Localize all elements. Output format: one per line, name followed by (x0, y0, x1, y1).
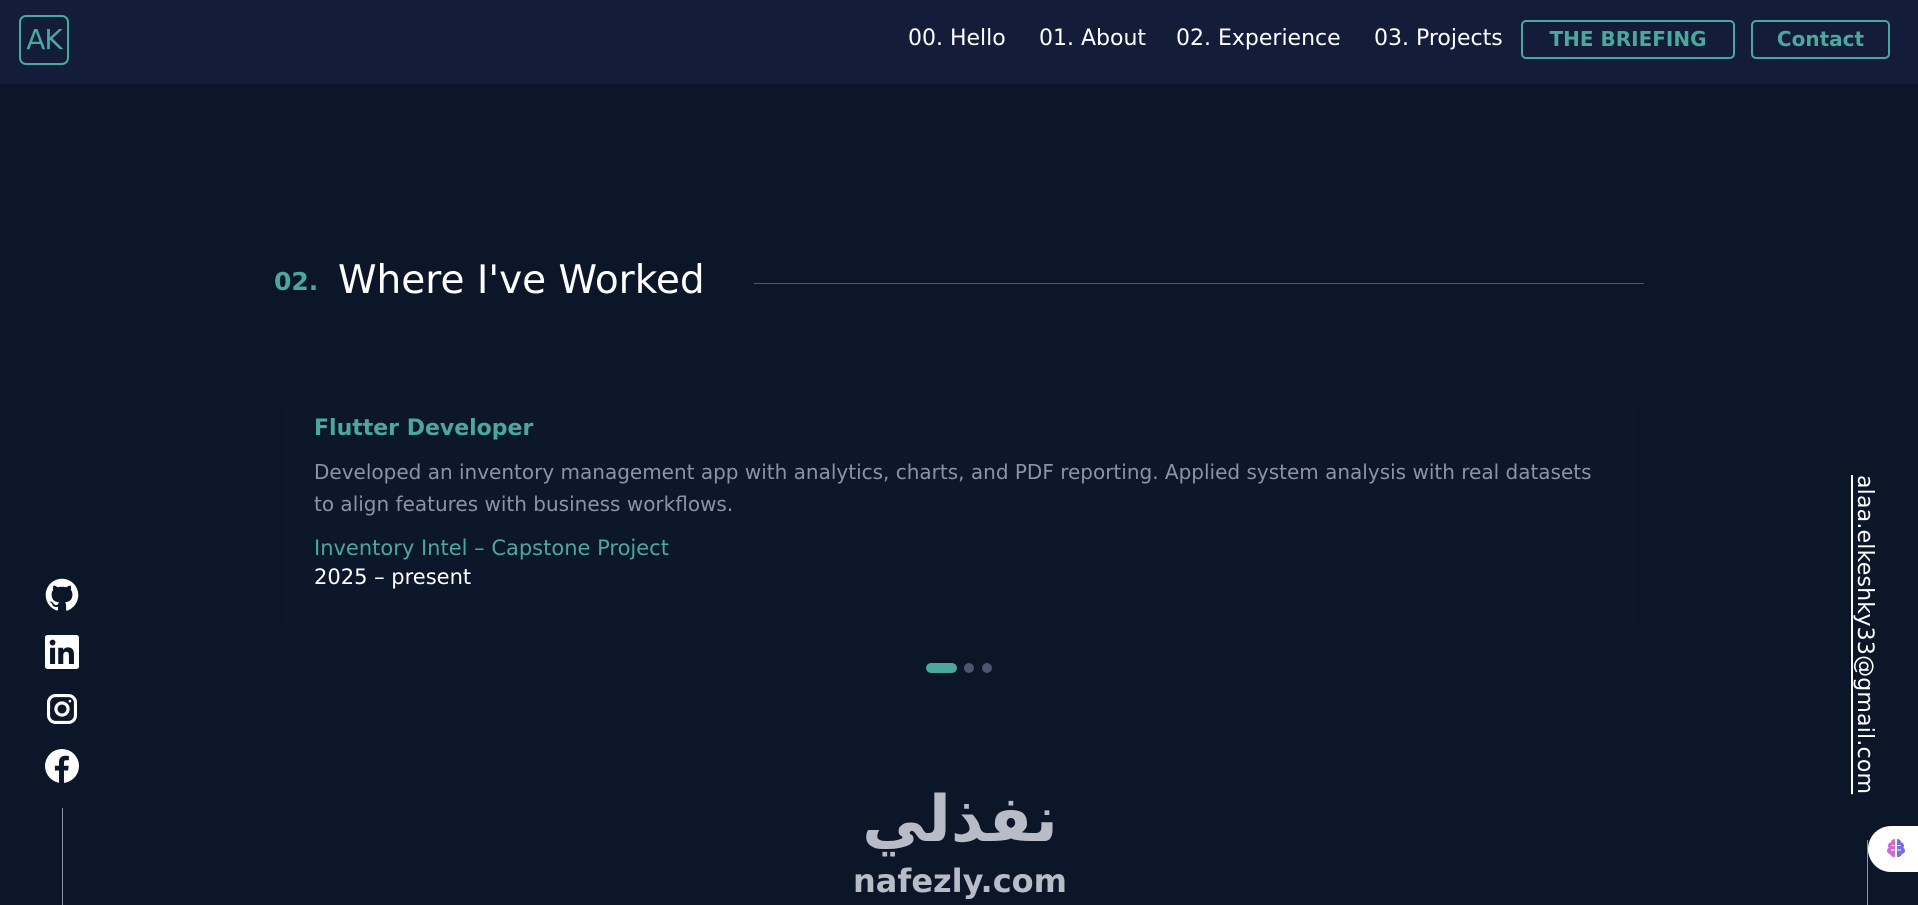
section-number: 02. (274, 267, 319, 296)
instagram-icon[interactable] (45, 692, 79, 726)
nav-link-about[interactable]: 01. About (1039, 26, 1146, 51)
contact-button[interactable]: Contact (1751, 20, 1890, 59)
nav-link-experience[interactable]: 02. Experience (1176, 26, 1341, 51)
experience-description: Developed an inventory management app wi… (314, 460, 1592, 516)
section-divider (754, 283, 1644, 284)
github-icon[interactable] (45, 578, 79, 612)
left-rail-line (62, 808, 63, 905)
experience-period: 2025 – present (314, 565, 472, 589)
main-nav: 00. Hello 01. About 02. Experience 03. P… (0, 0, 1918, 84)
briefing-button[interactable]: THE BRIEFING (1521, 20, 1735, 59)
top-header: AK 00. Hello 01. About 02. Experience 03… (0, 0, 1918, 84)
floating-assistant-button[interactable] (1868, 826, 1918, 872)
email-link[interactable]: alaa.elkeshky33@gmail.com (1852, 475, 1884, 795)
section-title: Where I've Worked (338, 258, 705, 303)
facebook-icon[interactable] (45, 749, 79, 783)
linkedin-icon[interactable] (45, 635, 79, 669)
brain-icon (1887, 839, 1905, 857)
carousel-dot-3[interactable] (982, 663, 992, 673)
watermark-arabic: نفذلي (862, 783, 1058, 857)
nav-link-hello[interactable]: 00. Hello (908, 26, 1006, 51)
nav-link-projects[interactable]: 03. Projects (1374, 26, 1503, 51)
carousel-dot-1[interactable] (926, 663, 957, 673)
experience-role: Flutter Developer (314, 416, 534, 441)
carousel-dot-2[interactable] (964, 663, 974, 673)
watermark-latin: nafezly.com (853, 862, 1067, 900)
experience-company: Inventory Intel – Capstone Project (314, 536, 669, 560)
email-text[interactable]: alaa.elkeshky33@gmail.com (1852, 475, 1877, 794)
